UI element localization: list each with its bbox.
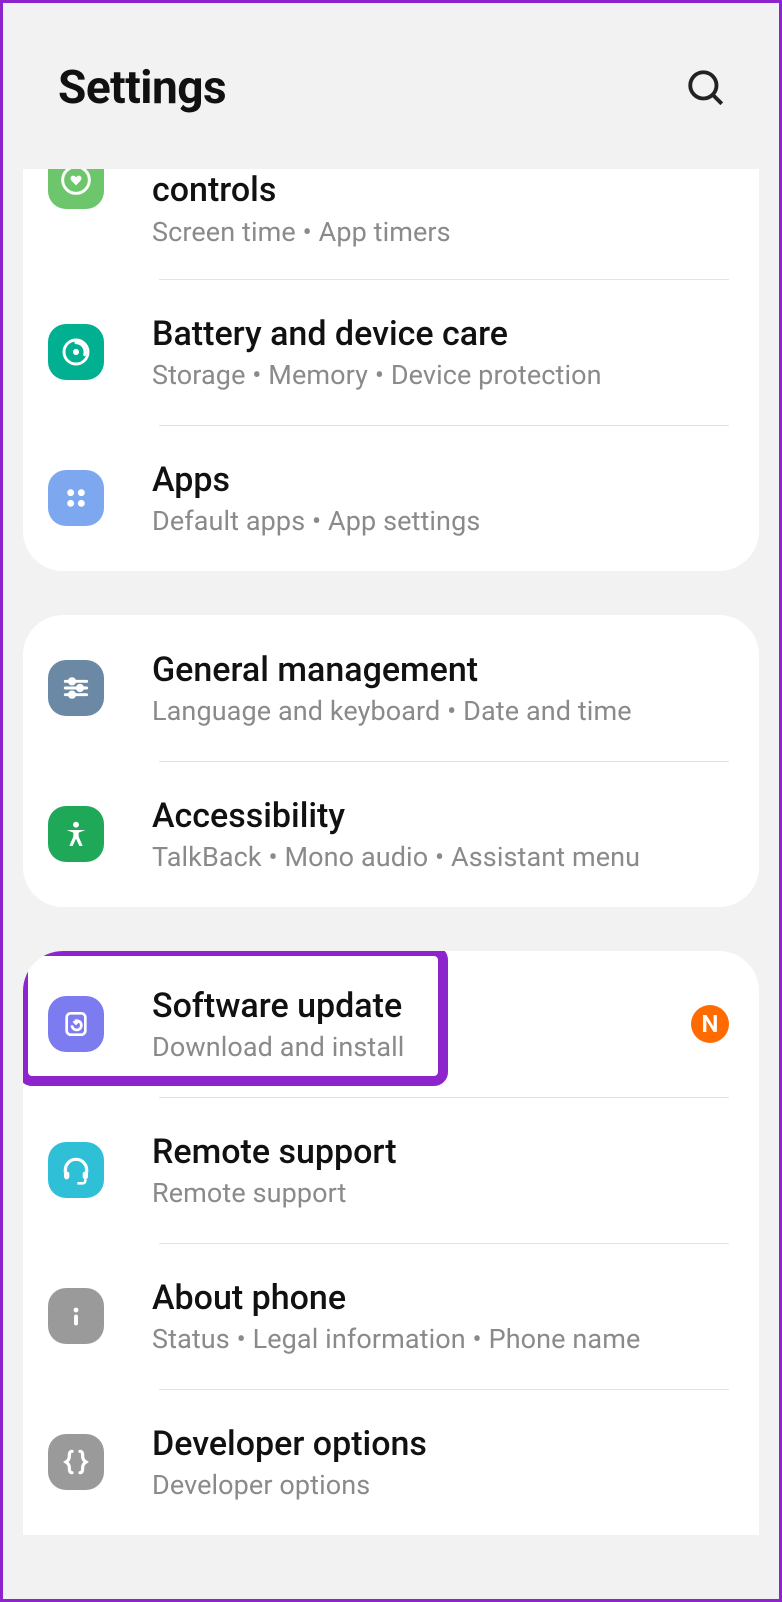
item-title: Accessibility — [152, 795, 729, 838]
braces-icon — [48, 1434, 104, 1490]
settings-item[interactable]: Battery and device careStorage • Memory … — [23, 279, 759, 425]
heart-circle-icon — [48, 169, 104, 209]
item-title: Apps — [152, 459, 729, 502]
search-icon — [685, 67, 727, 109]
settings-item[interactable]: AppsDefault apps • App settings — [23, 425, 759, 571]
settings-group: controls Screen time • App timers Battery … — [23, 169, 759, 571]
item-title: General management — [152, 649, 729, 692]
item-text: Software updateDownload and install — [152, 985, 681, 1064]
apps-icon — [48, 470, 104, 526]
item-text: Battery and device careStorage • Memory … — [152, 313, 729, 392]
page-title: Settings — [58, 61, 226, 115]
settings-item[interactable]: controls Screen time • App timers — [23, 169, 759, 279]
item-text: General managementLanguage and keyboard … — [152, 649, 729, 728]
search-button[interactable] — [683, 65, 729, 111]
item-subtitle: Language and keyboard • Date and time — [152, 695, 729, 727]
item-title: controls — [152, 169, 729, 212]
settings-group: General managementLanguage and keyboard … — [23, 615, 759, 907]
item-subtitle: Default apps • App settings — [152, 505, 729, 537]
item-text: Developer optionsDeveloper options — [152, 1423, 729, 1502]
item-title: Software update — [152, 985, 681, 1028]
item-title: About phone — [152, 1277, 729, 1320]
item-text: AccessibilityTalkBack • Mono audio • Ass… — [152, 795, 729, 874]
item-title: Remote support — [152, 1131, 729, 1174]
item-text: Remote supportRemote support — [152, 1131, 729, 1210]
storage-icon — [48, 324, 104, 380]
item-subtitle: Status • Legal information • Phone name — [152, 1323, 729, 1355]
headset-icon — [48, 1142, 104, 1198]
settings-item[interactable]: Developer optionsDeveloper options — [23, 1389, 759, 1535]
accessibility-icon — [48, 806, 104, 862]
settings-item[interactable]: AccessibilityTalkBack • Mono audio • Ass… — [23, 761, 759, 907]
sliders-icon — [48, 660, 104, 716]
item-title: Battery and device care — [152, 313, 729, 356]
info-icon — [48, 1288, 104, 1344]
notification-badge: N — [691, 1005, 729, 1043]
settings-item[interactable]: General managementLanguage and keyboard … — [23, 615, 759, 761]
settings-group: Software updateDownload and install N Remo… — [23, 951, 759, 1535]
item-text: controls Screen time • App timers — [152, 169, 729, 248]
settings-item[interactable]: Remote supportRemote support — [23, 1097, 759, 1243]
item-text: About phoneStatus • Legal information • … — [152, 1277, 729, 1356]
item-subtitle: TalkBack • Mono audio • Assistant menu — [152, 841, 729, 873]
item-subtitle: Remote support — [152, 1177, 729, 1209]
item-title: Developer options — [152, 1423, 729, 1466]
item-subtitle: Screen time • App timers — [152, 216, 729, 248]
update-icon — [48, 996, 104, 1052]
item-text: AppsDefault apps • App settings — [152, 459, 729, 538]
header: Settings — [3, 3, 779, 173]
settings-item[interactable]: About phoneStatus • Legal information • … — [23, 1243, 759, 1389]
item-subtitle: Storage • Memory • Device protection — [152, 359, 729, 391]
settings-item[interactable]: Software updateDownload and install N — [23, 951, 759, 1097]
item-subtitle: Download and install — [152, 1031, 681, 1063]
item-subtitle: Developer options — [152, 1469, 729, 1501]
